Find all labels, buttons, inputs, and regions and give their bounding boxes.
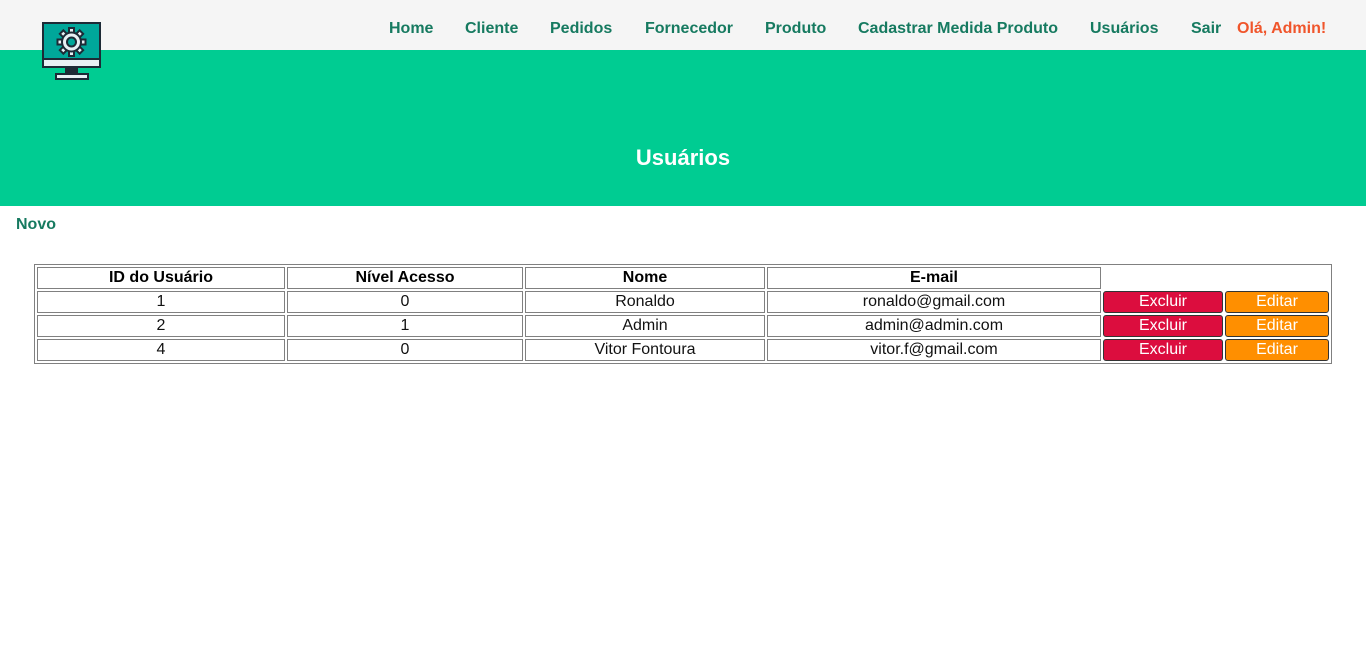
cell-nome: Admin [525,315,765,337]
table-row: 1 0 Ronaldo ronaldo@gmail.com Excluir Ed… [37,291,1329,313]
column-header-email: E-mail [767,267,1101,289]
edit-button[interactable]: Editar [1225,339,1329,361]
cell-delete: Excluir [1103,291,1223,313]
cell-email: ronaldo@gmail.com [767,291,1101,313]
new-user-link[interactable]: Novo [16,215,56,235]
column-header-nivel: Nível Acesso [287,267,523,289]
cell-email: vitor.f@gmail.com [767,339,1101,361]
edit-button[interactable]: Editar [1225,315,1329,337]
user-greeting[interactable]: Olá, Admin! [1237,19,1326,39]
cell-edit: Editar [1225,339,1329,361]
column-header-id: ID do Usuário [37,267,285,289]
cell-delete: Excluir [1103,339,1223,361]
nav-pedidos-link[interactable]: Pedidos [550,19,612,39]
nav-home-link[interactable]: Home [389,19,433,39]
edit-button[interactable]: Editar [1225,291,1329,313]
table-row: 2 1 Admin admin@admin.com Excluir Editar [37,315,1329,337]
nav-sair-link[interactable]: Sair [1191,19,1221,39]
nav-fornecedor-link[interactable]: Fornecedor [645,19,733,39]
column-header-actions-2 [1225,267,1329,289]
cell-nivel: 1 [287,315,523,337]
page-header-banner [0,50,1366,206]
table-header-row: ID do Usuário Nível Acesso Nome E-mail [37,267,1329,289]
cell-nome: Ronaldo [525,291,765,313]
cell-edit: Editar [1225,291,1329,313]
delete-button[interactable]: Excluir [1103,339,1223,361]
cell-nivel: 0 [287,291,523,313]
cell-edit: Editar [1225,315,1329,337]
nav-usuarios-link[interactable]: Usuários [1090,19,1158,39]
page-title: Usuários [635,145,731,170]
cell-id: 2 [37,315,285,337]
users-table: ID do Usuário Nível Acesso Nome E-mail 1… [34,264,1332,364]
cell-nome: Vitor Fontoura [525,339,765,361]
cell-id: 1 [37,291,285,313]
cell-email: admin@admin.com [767,315,1101,337]
cell-id: 4 [37,339,285,361]
monitor-gear-icon[interactable] [42,22,102,82]
delete-button[interactable]: Excluir [1103,315,1223,337]
cell-nivel: 0 [287,339,523,361]
column-header-actions [1103,267,1223,289]
nav-produto-link[interactable]: Produto [765,19,826,39]
column-header-nome: Nome [525,267,765,289]
cell-delete: Excluir [1103,315,1223,337]
main-nav: Home Cliente Pedidos Fornecedor Produto … [0,0,1366,50]
nav-cliente-link[interactable]: Cliente [465,19,518,39]
table-row: 4 0 Vitor Fontoura vitor.f@gmail.com Exc… [37,339,1329,361]
nav-cadastrar-medida-produto-link[interactable]: Cadastrar Medida Produto [858,19,1058,39]
delete-button[interactable]: Excluir [1103,291,1223,313]
